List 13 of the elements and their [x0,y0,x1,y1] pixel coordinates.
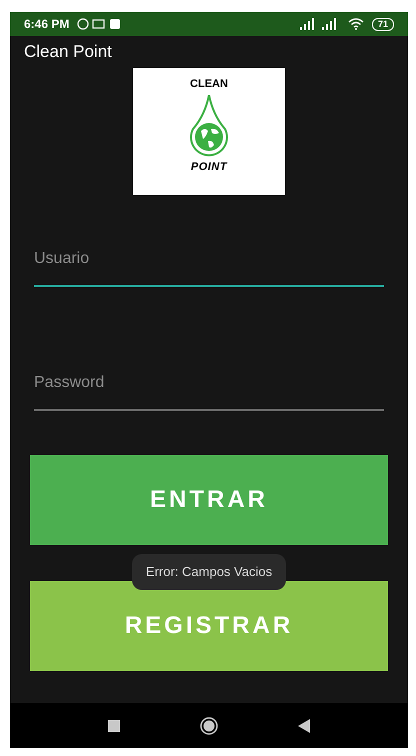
home-icon[interactable] [200,716,218,734]
login-button[interactable]: ENTRAR [30,455,388,545]
battery-indicator: 71 [372,18,394,30]
clock: 6:46 PM [24,16,70,33]
logo: CLEAN POINT [133,68,285,195]
text-field[interactable]: Password [34,371,384,411]
wifi-icon [348,18,364,30]
text-field[interactable]: Usuario [34,247,384,287]
back-icon[interactable] [298,718,310,732]
square-icon[interactable] [108,720,120,732]
app-title: Clean Point [24,41,112,64]
toast-message: Error: Campos Vacios [132,554,286,590]
register-button[interactable]: REGISTRAR [30,581,388,671]
